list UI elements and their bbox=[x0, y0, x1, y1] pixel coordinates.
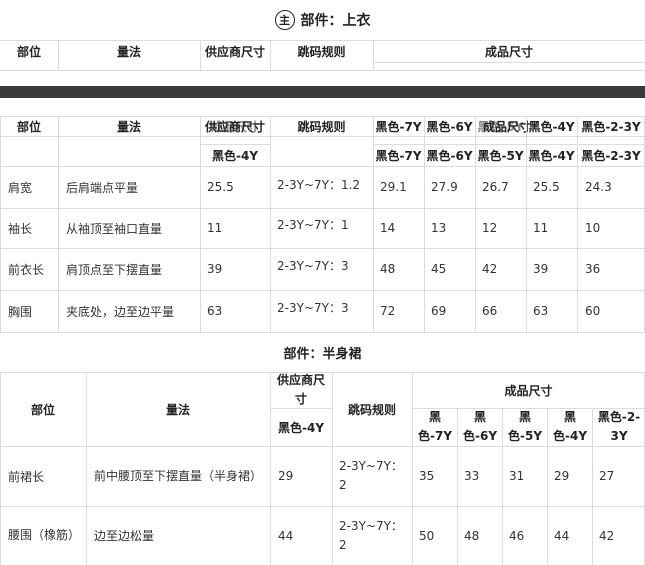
skirt-header-supplier: 供应商尺寸 bbox=[276, 373, 325, 406]
skirt-row-value: 46 bbox=[509, 528, 525, 543]
row-value: 42 bbox=[482, 262, 498, 276]
skirt-header-rule: 跳码规则 bbox=[347, 402, 396, 417]
row-method: 肩顶点至下摆直量 bbox=[66, 262, 163, 277]
row-supplier: 25.5 bbox=[207, 180, 234, 194]
header-rule: 跳码规则 bbox=[297, 44, 346, 59]
row-value: 25.5 bbox=[533, 180, 560, 194]
skirt-row-value: 48 bbox=[464, 528, 480, 543]
skirt-row-part: 腰围（橡筋） bbox=[8, 528, 81, 542]
row-value: 10 bbox=[585, 221, 601, 235]
skirt-header-part: 部位 bbox=[30, 402, 55, 417]
skirt-row-part: 前裙长 bbox=[8, 469, 45, 484]
header-supplier: 供应商尺寸 bbox=[204, 44, 265, 59]
row-supplier: 39 bbox=[207, 262, 223, 276]
row-value: 24.3 bbox=[585, 180, 612, 194]
skirt-row-value: 35 bbox=[419, 469, 435, 483]
row-value: 11 bbox=[533, 221, 549, 235]
row-method: 从袖顶至袖口直量 bbox=[66, 221, 163, 236]
row-method: 夹底处，边至边平量 bbox=[66, 304, 175, 319]
skirt-row-supplier: 44 bbox=[278, 528, 294, 543]
col-header-size: 黑色-7Y bbox=[375, 119, 422, 134]
row-value: 60 bbox=[585, 304, 601, 318]
main-part-icon: 主 bbox=[274, 10, 295, 30]
col-header-supplier-ghost: 成品尺寸 bbox=[210, 119, 259, 134]
row-value: 45 bbox=[431, 262, 447, 276]
row-value: 27.9 bbox=[431, 180, 458, 194]
row-rule: 2-3Y~7Y：1 bbox=[277, 217, 349, 232]
row-value: 36 bbox=[585, 262, 601, 276]
row-value: 48 bbox=[380, 262, 396, 276]
row-part: 肩宽 bbox=[8, 180, 33, 195]
row-value: 63 bbox=[533, 304, 549, 318]
header-finished: 成品尺寸 bbox=[484, 44, 533, 59]
row-supplier: 11 bbox=[207, 221, 223, 235]
skirt-table: 部件：半身裙 部位 量法 供应商尺寸 黑色-4Y 跳码规则 成品尺寸 黑色-7Y… bbox=[0, 332, 645, 565]
row-value: 66 bbox=[482, 304, 498, 318]
col-header-method: 量法 bbox=[116, 119, 141, 134]
skirt-header-finished: 成品尺寸 bbox=[504, 383, 553, 398]
top-sticky-header: 主 部件：上衣 部位 量法 供应商尺寸 跳码规则 成品尺寸 bbox=[0, 0, 645, 72]
skirt-row-value: 50 bbox=[419, 528, 435, 543]
row-part: 胸围 bbox=[8, 304, 33, 319]
row-method: 后肩端点平量 bbox=[66, 180, 139, 195]
skirt-size-2-3y: 黑色-2-3Y bbox=[597, 410, 641, 443]
size-2-3y: 黑色-2-3Y bbox=[581, 148, 641, 163]
row-value: 69 bbox=[431, 304, 447, 318]
size-5y: 黑色-5Y bbox=[477, 148, 524, 163]
section-title-text: 部件：上衣 bbox=[300, 13, 371, 29]
col-header-size: 黑色-2-3Y bbox=[581, 119, 641, 134]
skirt-supplier-size: 黑色-4Y bbox=[277, 420, 325, 435]
row-rule: 2-3Y~7Y：3 bbox=[277, 258, 349, 273]
skirt-row-rule: 2-3Y~7Y：2 bbox=[339, 518, 403, 552]
row-part: 袖长 bbox=[8, 221, 33, 236]
skirt-header-method: 量法 bbox=[165, 402, 190, 417]
size-7y: 黑色-7Y bbox=[375, 148, 422, 163]
col-header-size: 黑色-6Y bbox=[426, 119, 473, 134]
row-value: 13 bbox=[431, 221, 447, 235]
skirt-row-value: 42 bbox=[599, 528, 615, 543]
row-value: 39 bbox=[533, 262, 549, 276]
top-table: 部位 量法 供应商尺寸 成品尺寸 跳码规则 黑色-7Y 黑色-6Y 黑色-5Y … bbox=[0, 116, 645, 333]
row-rule: 2-3Y~7Y：1.2 bbox=[277, 177, 361, 192]
header-method: 量法 bbox=[116, 44, 141, 59]
skirt-row-value: 29 bbox=[554, 469, 570, 483]
skirt-row-value: 27 bbox=[599, 469, 615, 483]
row-part: 前衣长 bbox=[8, 262, 45, 277]
section-title-skirt: 部件：半身裙 bbox=[283, 346, 362, 362]
row-supplier: 63 bbox=[207, 304, 223, 318]
size-4y: 黑色-4Y bbox=[528, 148, 575, 163]
col-header-part: 部位 bbox=[16, 119, 41, 134]
row-value: 14 bbox=[380, 221, 396, 235]
row-value: 29.1 bbox=[380, 180, 407, 194]
row-value: 72 bbox=[380, 304, 396, 318]
skirt-size-4y: 黑色-4Y bbox=[553, 410, 588, 443]
size-6y: 黑色-6Y bbox=[426, 148, 473, 163]
skirt-row-rule: 2-3Y~7Y：2 bbox=[339, 459, 403, 492]
supplier-size-label: 黑色-4Y bbox=[211, 148, 259, 163]
skirt-size-5y: 黑色-5Y bbox=[508, 410, 543, 443]
skirt-size-7y: 黑色-7Y bbox=[418, 410, 453, 443]
skirt-row-method: 边至边松量 bbox=[94, 529, 155, 543]
col-header-size: 黑色-4Y bbox=[528, 119, 575, 134]
skirt-row-value: 33 bbox=[464, 469, 480, 483]
header-part: 部位 bbox=[16, 44, 41, 59]
skirt-row-value: 44 bbox=[554, 528, 570, 543]
skirt-size-6y: 黑色-6Y bbox=[463, 410, 498, 443]
row-value: 26.7 bbox=[482, 180, 509, 194]
section-title-top: 主 部件：上衣 bbox=[0, 0, 645, 40]
row-value: 12 bbox=[482, 221, 498, 235]
skirt-row-supplier: 29 bbox=[278, 469, 294, 483]
skirt-row-method: 前中腰顶至下摆直量（半身裙） bbox=[94, 468, 263, 483]
row-rule: 2-3Y~7Y：3 bbox=[277, 300, 349, 315]
skirt-row-value: 31 bbox=[509, 469, 525, 483]
col-header-rule: 跳码规则 bbox=[297, 119, 346, 134]
divider-bar bbox=[0, 86, 645, 98]
